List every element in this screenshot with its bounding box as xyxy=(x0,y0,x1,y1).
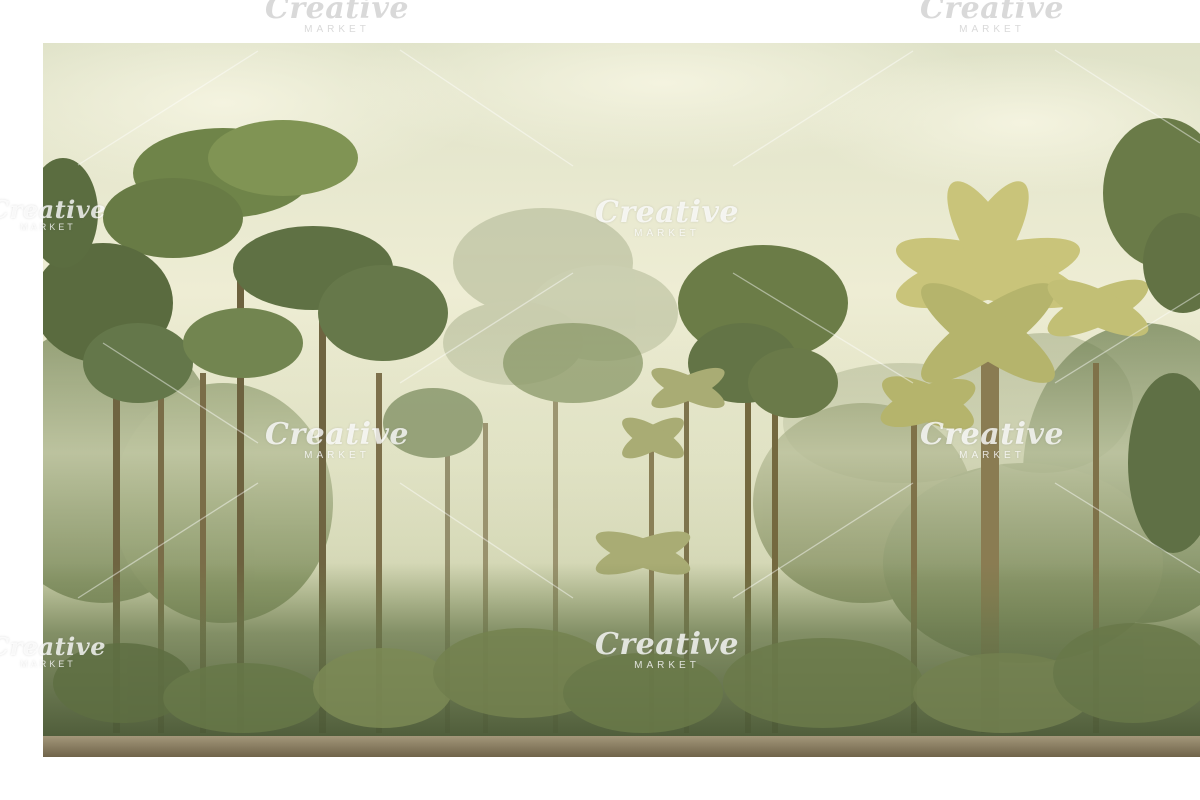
watermark: Creative MARKET xyxy=(265,0,409,35)
watermark-brand: Creative xyxy=(920,0,1064,26)
watermark: Creative MARKET xyxy=(920,0,1064,35)
ground-log xyxy=(43,736,1200,757)
product-preview: Creative MARKET Creative MARKET Creative… xyxy=(0,0,1200,800)
rainforest-artwork xyxy=(43,43,1200,757)
watermark-sub: MARKET xyxy=(304,24,370,35)
rainforest-painting xyxy=(43,43,1200,757)
watermark-sub: MARKET xyxy=(959,24,1025,35)
watermark-brand: Creative xyxy=(265,0,409,26)
